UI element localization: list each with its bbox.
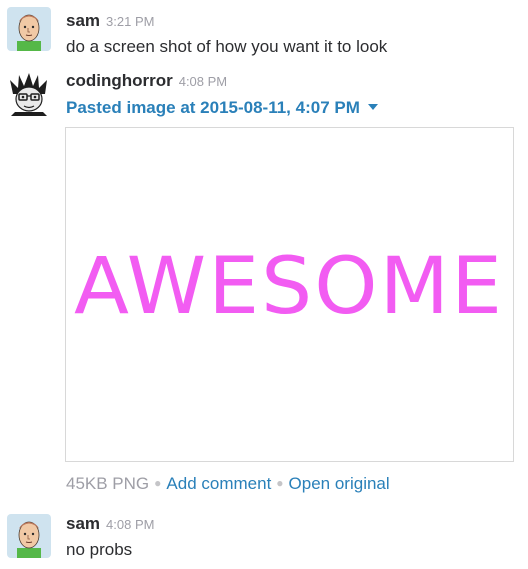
username[interactable]: codinghorror (66, 71, 173, 90)
message-text: no probs (66, 540, 133, 559)
sam-avatar-icon (7, 7, 51, 51)
image-content: AWESOME (74, 242, 504, 332)
open-original-link[interactable]: Open original (289, 474, 390, 493)
image-preview[interactable]: AWESOME (65, 127, 514, 462)
file-title: Pasted image at 2015-08-11, 4:07 PM (66, 98, 360, 117)
file-meta: 45KB PNG ● Add comment ● Open original (66, 474, 390, 494)
caret-down-icon[interactable] (367, 104, 378, 110)
timestamp[interactable]: 4:08 PM (106, 517, 154, 532)
username[interactable]: sam (66, 11, 100, 30)
image-text: AWESOME (74, 242, 504, 332)
timestamp[interactable]: 3:21 PM (106, 14, 154, 29)
timestamp[interactable]: 4:08 PM (179, 74, 227, 89)
avatar[interactable] (7, 72, 51, 116)
codinghorror-avatar-icon (7, 72, 51, 116)
avatar[interactable] (7, 514, 51, 558)
add-comment-link[interactable]: Add comment (166, 474, 271, 493)
file-size: 45KB PNG (66, 474, 150, 493)
avatar[interactable] (7, 7, 51, 51)
separator-dot-icon: ● (276, 476, 284, 490)
file-title-link[interactable]: Pasted image at 2015-08-11, 4:07 PM (66, 98, 378, 118)
username[interactable]: sam (66, 514, 100, 533)
separator-dot-icon: ● (154, 476, 162, 490)
sam-avatar-icon (7, 514, 51, 558)
message-text: do a screen shot of how you want it to l… (66, 37, 388, 56)
